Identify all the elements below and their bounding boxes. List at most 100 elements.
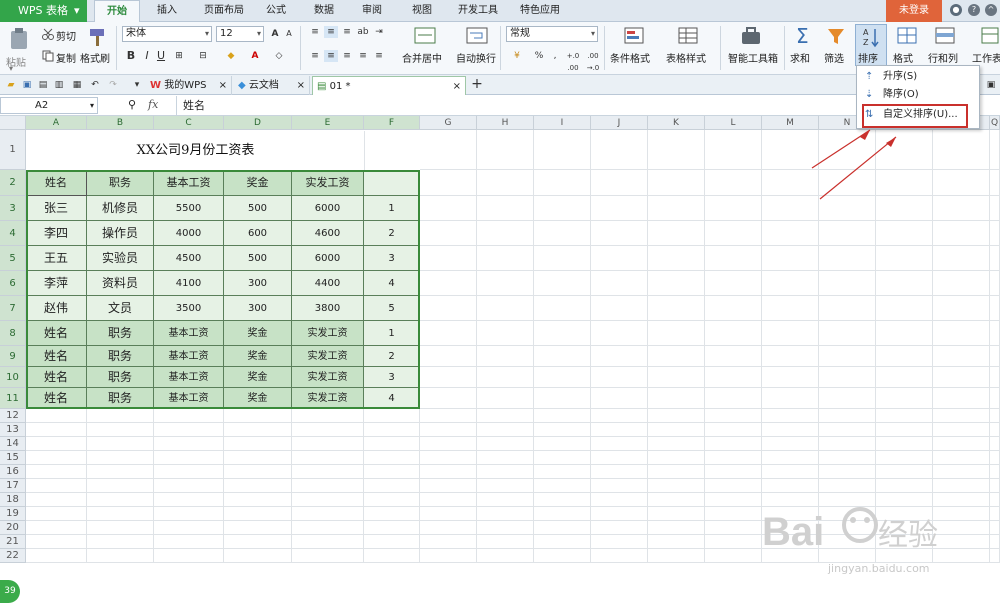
align-middle-icon[interactable]: ≡ bbox=[324, 26, 338, 38]
app-menu-button[interactable]: WPS 表格 ▾ bbox=[0, 0, 87, 22]
grid-cell[interactable] bbox=[477, 130, 534, 170]
grid-cell[interactable] bbox=[762, 388, 819, 409]
grid-cell[interactable] bbox=[292, 535, 364, 549]
row-header[interactable]: 13 bbox=[0, 423, 26, 437]
grid-cell[interactable] bbox=[477, 367, 534, 388]
column-header[interactable]: C bbox=[154, 116, 224, 130]
grid-cell[interactable] bbox=[534, 367, 591, 388]
new-tab-icon[interactable]: + bbox=[470, 77, 484, 91]
grid-cell[interactable] bbox=[224, 451, 292, 465]
grid-cell[interactable] bbox=[26, 535, 87, 549]
grid-cell[interactable] bbox=[87, 423, 154, 437]
grid-cell[interactable] bbox=[364, 535, 420, 549]
grid-cell[interactable] bbox=[591, 130, 648, 170]
grid-cell[interactable] bbox=[420, 170, 477, 196]
grid-cell[interactable] bbox=[990, 451, 1000, 465]
row-header[interactable]: 16 bbox=[0, 465, 26, 479]
shrink-font-icon[interactable]: A bbox=[282, 28, 296, 40]
grid-cell[interactable] bbox=[224, 479, 292, 493]
grid-cell[interactable] bbox=[534, 170, 591, 196]
grid-cell[interactable] bbox=[534, 535, 591, 549]
grid-cell[interactable] bbox=[933, 221, 990, 246]
row-header[interactable]: 22 bbox=[0, 549, 26, 563]
sigma-icon[interactable]: Σ bbox=[796, 24, 809, 48]
grid-cell[interactable] bbox=[87, 451, 154, 465]
grow-font-icon[interactable]: A bbox=[268, 28, 282, 40]
grid-cell[interactable] bbox=[420, 196, 477, 221]
grid-cell[interactable] bbox=[87, 465, 154, 479]
clear-format-icon[interactable]: ◇ bbox=[272, 50, 286, 62]
grid-cell[interactable] bbox=[591, 423, 648, 437]
tab-data[interactable]: 数据 bbox=[306, 0, 342, 22]
table-style-button[interactable]: 表格样式 bbox=[666, 50, 706, 65]
grid-cell[interactable] bbox=[819, 409, 876, 423]
tab-review[interactable]: 审阅 bbox=[354, 0, 390, 22]
grid-cell[interactable] bbox=[762, 296, 819, 321]
grid-cell[interactable] bbox=[420, 465, 477, 479]
grid-cell[interactable] bbox=[534, 493, 591, 507]
grid-cell[interactable] bbox=[224, 507, 292, 521]
sort-ascending-item[interactable]: ⇡ 升序(S) bbox=[861, 68, 977, 86]
grid-cell[interactable] bbox=[876, 221, 933, 246]
grid-cell[interactable] bbox=[648, 493, 705, 507]
italic-icon[interactable]: I bbox=[140, 50, 154, 62]
grid-cell[interactable] bbox=[26, 507, 87, 521]
row-header[interactable]: 1 bbox=[0, 130, 26, 170]
grid-cell[interactable] bbox=[26, 423, 87, 437]
grid-cell[interactable] bbox=[933, 409, 990, 423]
print-preview-icon[interactable]: ▤ bbox=[36, 79, 50, 91]
grid-cell[interactable] bbox=[648, 451, 705, 465]
wrap-text-icon[interactable] bbox=[466, 26, 488, 46]
grid-cell[interactable] bbox=[591, 271, 648, 296]
grid-cell[interactable] bbox=[819, 321, 876, 346]
grid-cell[interactable] bbox=[26, 451, 87, 465]
font-name-select[interactable]: 宋体 ▾ bbox=[122, 26, 212, 42]
justify-icon[interactable]: ≡ bbox=[356, 50, 370, 62]
grid-cell[interactable] bbox=[762, 451, 819, 465]
grid-cell[interactable] bbox=[534, 521, 591, 535]
column-header[interactable]: A bbox=[26, 116, 87, 130]
grid-cell[interactable] bbox=[87, 409, 154, 423]
grid-cell[interactable] bbox=[154, 423, 224, 437]
row-header[interactable]: 20 bbox=[0, 521, 26, 535]
row-header[interactable]: 4 bbox=[0, 221, 26, 246]
grid-cell[interactable] bbox=[705, 549, 762, 563]
redo-icon[interactable]: ↷ bbox=[106, 79, 120, 91]
align-bottom-icon[interactable]: ≡ bbox=[340, 26, 354, 38]
chevron-down-icon[interactable]: ▾ bbox=[130, 79, 144, 91]
grid-cell[interactable] bbox=[648, 196, 705, 221]
grid-cell[interactable] bbox=[648, 423, 705, 437]
grid-cell[interactable] bbox=[420, 479, 477, 493]
grid-cell[interactable] bbox=[762, 423, 819, 437]
row-header[interactable]: 2 bbox=[0, 170, 26, 196]
grid-cell[interactable] bbox=[87, 521, 154, 535]
grid-cell[interactable] bbox=[990, 196, 1000, 221]
close-icon[interactable]: × bbox=[453, 77, 461, 96]
grid-cell[interactable] bbox=[534, 346, 591, 367]
grid-cell[interactable] bbox=[990, 130, 1000, 170]
grid-cell[interactable] bbox=[224, 521, 292, 535]
sheet-title[interactable]: XX公司9月份工资表 bbox=[27, 131, 365, 171]
worksheet-button[interactable]: 工作表 bbox=[972, 50, 1000, 65]
preview-icon[interactable]: ▦ bbox=[70, 79, 84, 91]
grid-cell[interactable] bbox=[990, 507, 1000, 521]
grid-cell[interactable] bbox=[990, 465, 1000, 479]
row-header[interactable]: 3 bbox=[0, 196, 26, 221]
grid-cell[interactable] bbox=[648, 479, 705, 493]
grid-cell[interactable] bbox=[534, 437, 591, 451]
format-painter-button[interactable]: 格式刷 bbox=[80, 50, 110, 65]
grid-cell[interactable] bbox=[876, 437, 933, 451]
grid-cell[interactable] bbox=[477, 246, 534, 271]
row-header[interactable]: 21 bbox=[0, 535, 26, 549]
grid-cell[interactable] bbox=[364, 437, 420, 451]
grid-cell[interactable] bbox=[648, 296, 705, 321]
tab-developer[interactable]: 开发工具 bbox=[450, 0, 506, 22]
column-header[interactable]: J bbox=[591, 116, 648, 130]
grid-cell[interactable] bbox=[364, 451, 420, 465]
currency-icon[interactable]: ¥ bbox=[510, 50, 524, 62]
grid-cell[interactable] bbox=[534, 130, 591, 170]
grid-cell[interactable] bbox=[876, 479, 933, 493]
grid-cell[interactable] bbox=[154, 493, 224, 507]
grid-cell[interactable] bbox=[819, 437, 876, 451]
grid-cell[interactable] bbox=[990, 409, 1000, 423]
